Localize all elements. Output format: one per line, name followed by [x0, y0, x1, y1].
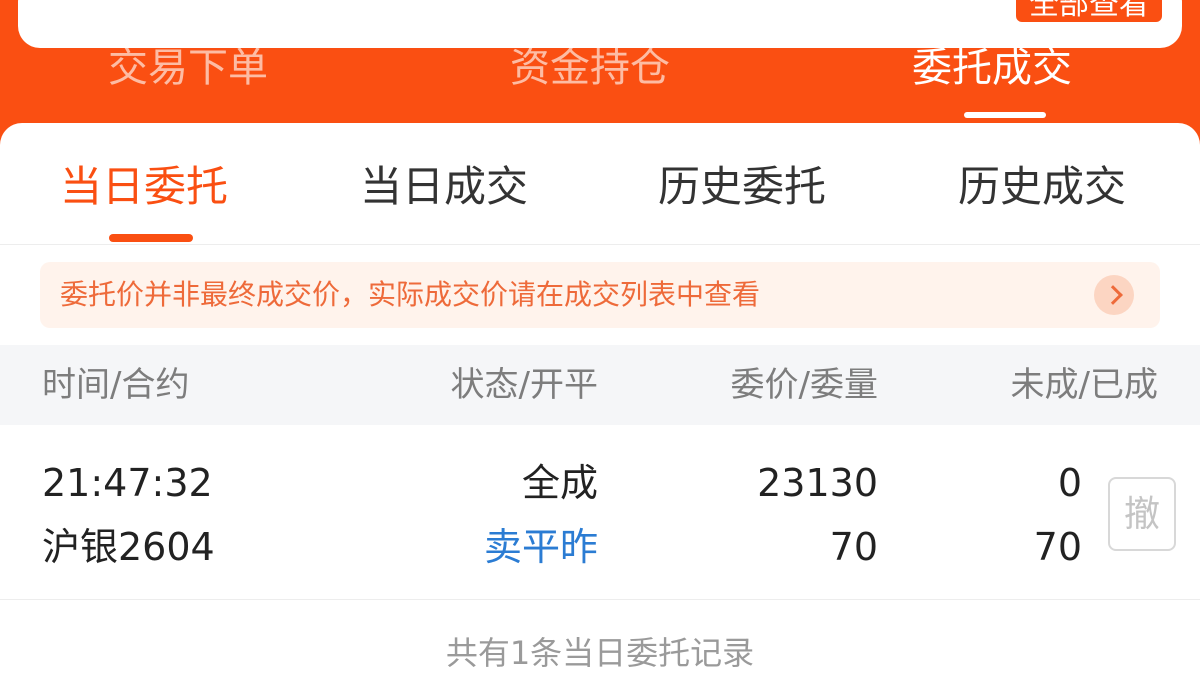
tab-funds-positions[interactable]: 资金持仓 — [510, 40, 670, 96]
table-row[interactable]: 21:47:32 沪银2604 全成 卖平昨 23130 70 0 70 撤 — [0, 425, 1200, 600]
orders-panel: 当日委托 当日成交 历史委托 历史成交 委托价并非最终成交价，实际成交价请在成交… — [0, 123, 1200, 683]
order-status: 全成 — [521, 461, 598, 505]
cancel-order-button[interactable]: 撤 — [1108, 477, 1176, 551]
column-header-status: 状态/开平 — [450, 365, 598, 405]
order-price: 23130 — [757, 461, 878, 505]
tab-today-trades[interactable]: 当日成交 — [360, 159, 528, 215]
column-header-time-contract: 时间/合约 — [42, 365, 190, 405]
order-open-close: 卖平昨 — [483, 525, 598, 569]
order-filled: 70 — [1033, 525, 1082, 569]
order-time: 21:47:32 — [42, 461, 213, 505]
view-all-button[interactable]: 全部查看 — [1016, 0, 1162, 22]
sub-tab-bar: 当日委托 当日成交 历史委托 历史成交 — [0, 123, 1200, 245]
record-count-footer: 共有1条当日委托记录 — [445, 634, 755, 672]
sub-tab-indicator — [109, 234, 193, 242]
order-quantity: 70 — [829, 525, 878, 569]
column-header-price-qty: 委价/委量 — [730, 365, 878, 405]
order-unfilled: 0 — [1057, 461, 1082, 505]
main-tab-indicator — [964, 112, 1046, 118]
tab-history-trades[interactable]: 历史成交 — [958, 159, 1126, 215]
chevron-right-icon[interactable] — [1094, 275, 1134, 315]
tab-orders-trades[interactable]: 委托成交 — [912, 40, 1072, 96]
tab-history-orders[interactable]: 历史委托 — [658, 159, 826, 215]
order-contract: 沪银2604 — [42, 525, 215, 569]
column-header-unfilled-filled: 未成/已成 — [1010, 365, 1158, 405]
tab-trade-order[interactable]: 交易下单 — [108, 40, 268, 96]
notice-text: 委托价并非最终成交价，实际成交价请在成交列表中查看 — [60, 278, 761, 311]
table-header: 时间/合约 状态/开平 委价/委量 未成/已成 — [0, 345, 1200, 425]
notice-banner[interactable]: 委托价并非最终成交价，实际成交价请在成交列表中查看 — [40, 262, 1160, 328]
tab-today-orders[interactable]: 当日委托 — [60, 159, 228, 215]
